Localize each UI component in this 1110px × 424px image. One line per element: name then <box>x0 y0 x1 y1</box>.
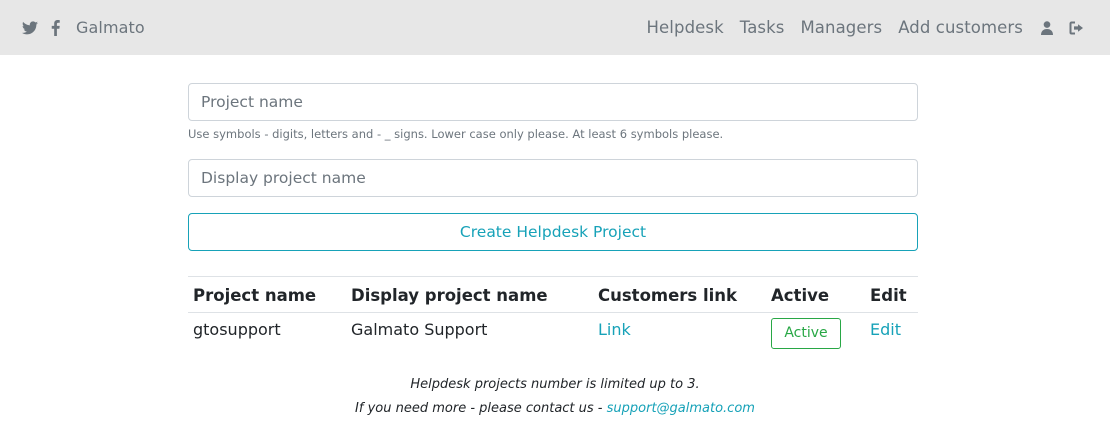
support-email-link[interactable]: support@galmato.com <box>607 401 755 416</box>
edit-link[interactable]: Edit <box>870 320 901 339</box>
create-project-form: Use symbols - digits, letters and - _ si… <box>188 83 918 251</box>
limit-text: Helpdesk projects number is limited up t… <box>410 377 700 392</box>
cell-customers-link: Link <box>593 312 766 353</box>
customers-link[interactable]: Link <box>598 320 631 339</box>
display-project-name-input[interactable] <box>188 159 918 197</box>
project-name-input[interactable] <box>188 83 918 121</box>
brand-logo[interactable]: Galmato <box>76 18 145 37</box>
nav-link-managers[interactable]: Managers <box>800 18 882 37</box>
user-icon[interactable] <box>1040 20 1053 35</box>
nav-link-helpdesk[interactable]: Helpdesk <box>647 18 724 37</box>
facebook-icon[interactable] <box>50 19 60 36</box>
navbar-left: Galmato <box>22 0 145 55</box>
cell-project-name: gtosupport <box>188 312 346 353</box>
header-edit: Edit <box>865 276 918 313</box>
navbar: Galmato Helpdesk Tasks Managers Add cust… <box>0 0 1110 55</box>
table-header-row: Project name Display project name Custom… <box>188 276 918 313</box>
cell-active: Active <box>766 312 865 353</box>
nav-link-tasks[interactable]: Tasks <box>740 18 785 37</box>
header-customers-link: Customers link <box>593 276 766 313</box>
header-display-project-name: Display project name <box>346 276 593 313</box>
create-helpdesk-project-button[interactable]: Create Helpdesk Project <box>188 213 918 251</box>
header-project-name: Project name <box>188 276 346 313</box>
logout-icon[interactable] <box>1069 21 1084 35</box>
contact-text: If you need more - please contact us - <box>355 401 607 416</box>
navbar-right: Helpdesk Tasks Managers Add customers <box>647 0 1084 55</box>
table-row: gtosupport Galmato Support Link Active E… <box>188 312 918 353</box>
contact-line: If you need more - please contact us - s… <box>0 397 1110 421</box>
header-active: Active <box>766 276 865 313</box>
footer-note: Helpdesk projects number is limited up t… <box>0 373 1110 421</box>
nav-link-add-customers[interactable]: Add customers <box>898 18 1023 37</box>
projects-table: Project name Display project name Custom… <box>188 276 918 353</box>
active-toggle-button[interactable]: Active <box>771 318 841 349</box>
twitter-icon[interactable] <box>22 20 38 36</box>
project-name-help-text: Use symbols - digits, letters and - _ si… <box>188 127 724 141</box>
cell-edit: Edit <box>865 312 918 353</box>
cell-display-name: Galmato Support <box>346 312 593 353</box>
